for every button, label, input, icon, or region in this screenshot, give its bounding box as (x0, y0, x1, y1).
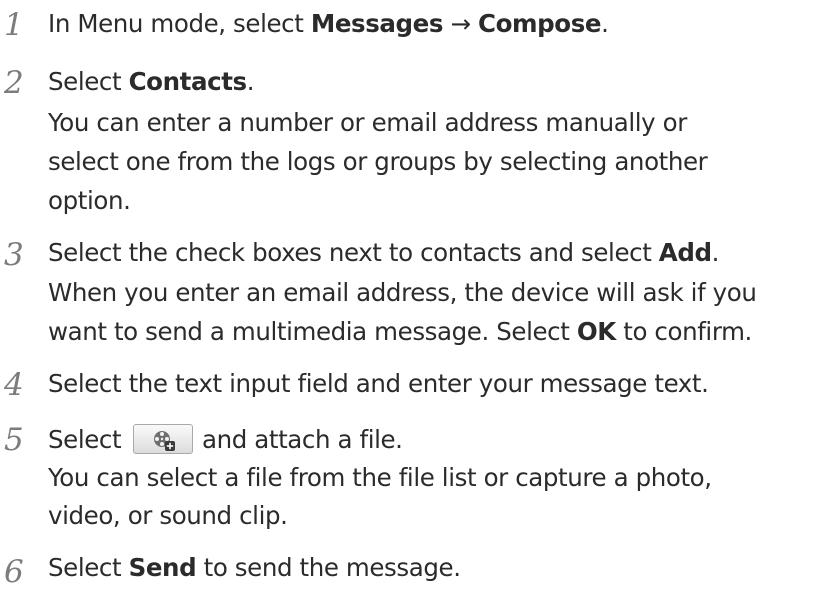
step-3-line-2: When you enter an email address, the dev… (48, 278, 757, 307)
step-2-line-2: You can enter a number or email address … (48, 108, 687, 137)
film-reel-add-icon (153, 431, 175, 451)
step-number-4: 4 (4, 367, 24, 403)
attach-button[interactable] (132, 424, 193, 454)
step-number-2: 2 (4, 65, 24, 101)
step-2-line-3: select one from the logs or groups by se… (48, 147, 708, 176)
step-number-6: 6 (4, 554, 24, 590)
step-5-line-3: video, or sound clip. (48, 501, 288, 530)
step-3-line-3: want to send a multimedia message. Selec… (48, 317, 752, 346)
step-5-line-1: Select and attach a file. (48, 424, 403, 454)
step-2-line-4: option. (48, 186, 131, 215)
step-5-line-2: You can select a file from the file list… (48, 463, 712, 492)
step-number-1: 1 (4, 7, 24, 43)
step-3-line-1: Select the check boxes next to contacts … (48, 238, 720, 267)
step-4-line-1: Select the text input field and enter yo… (48, 369, 709, 398)
step-2-line-1: Select Contacts. (48, 67, 255, 96)
step-1-line-1: In Menu mode, select Messages → Compose. (48, 9, 609, 38)
step-number-3: 3 (4, 237, 24, 273)
step-number-5: 5 (4, 422, 24, 458)
step-6-line-1: Select Send to send the message. (48, 553, 461, 582)
instruction-steps: 1 In Menu mode, select Messages → Compos… (0, 0, 826, 588)
